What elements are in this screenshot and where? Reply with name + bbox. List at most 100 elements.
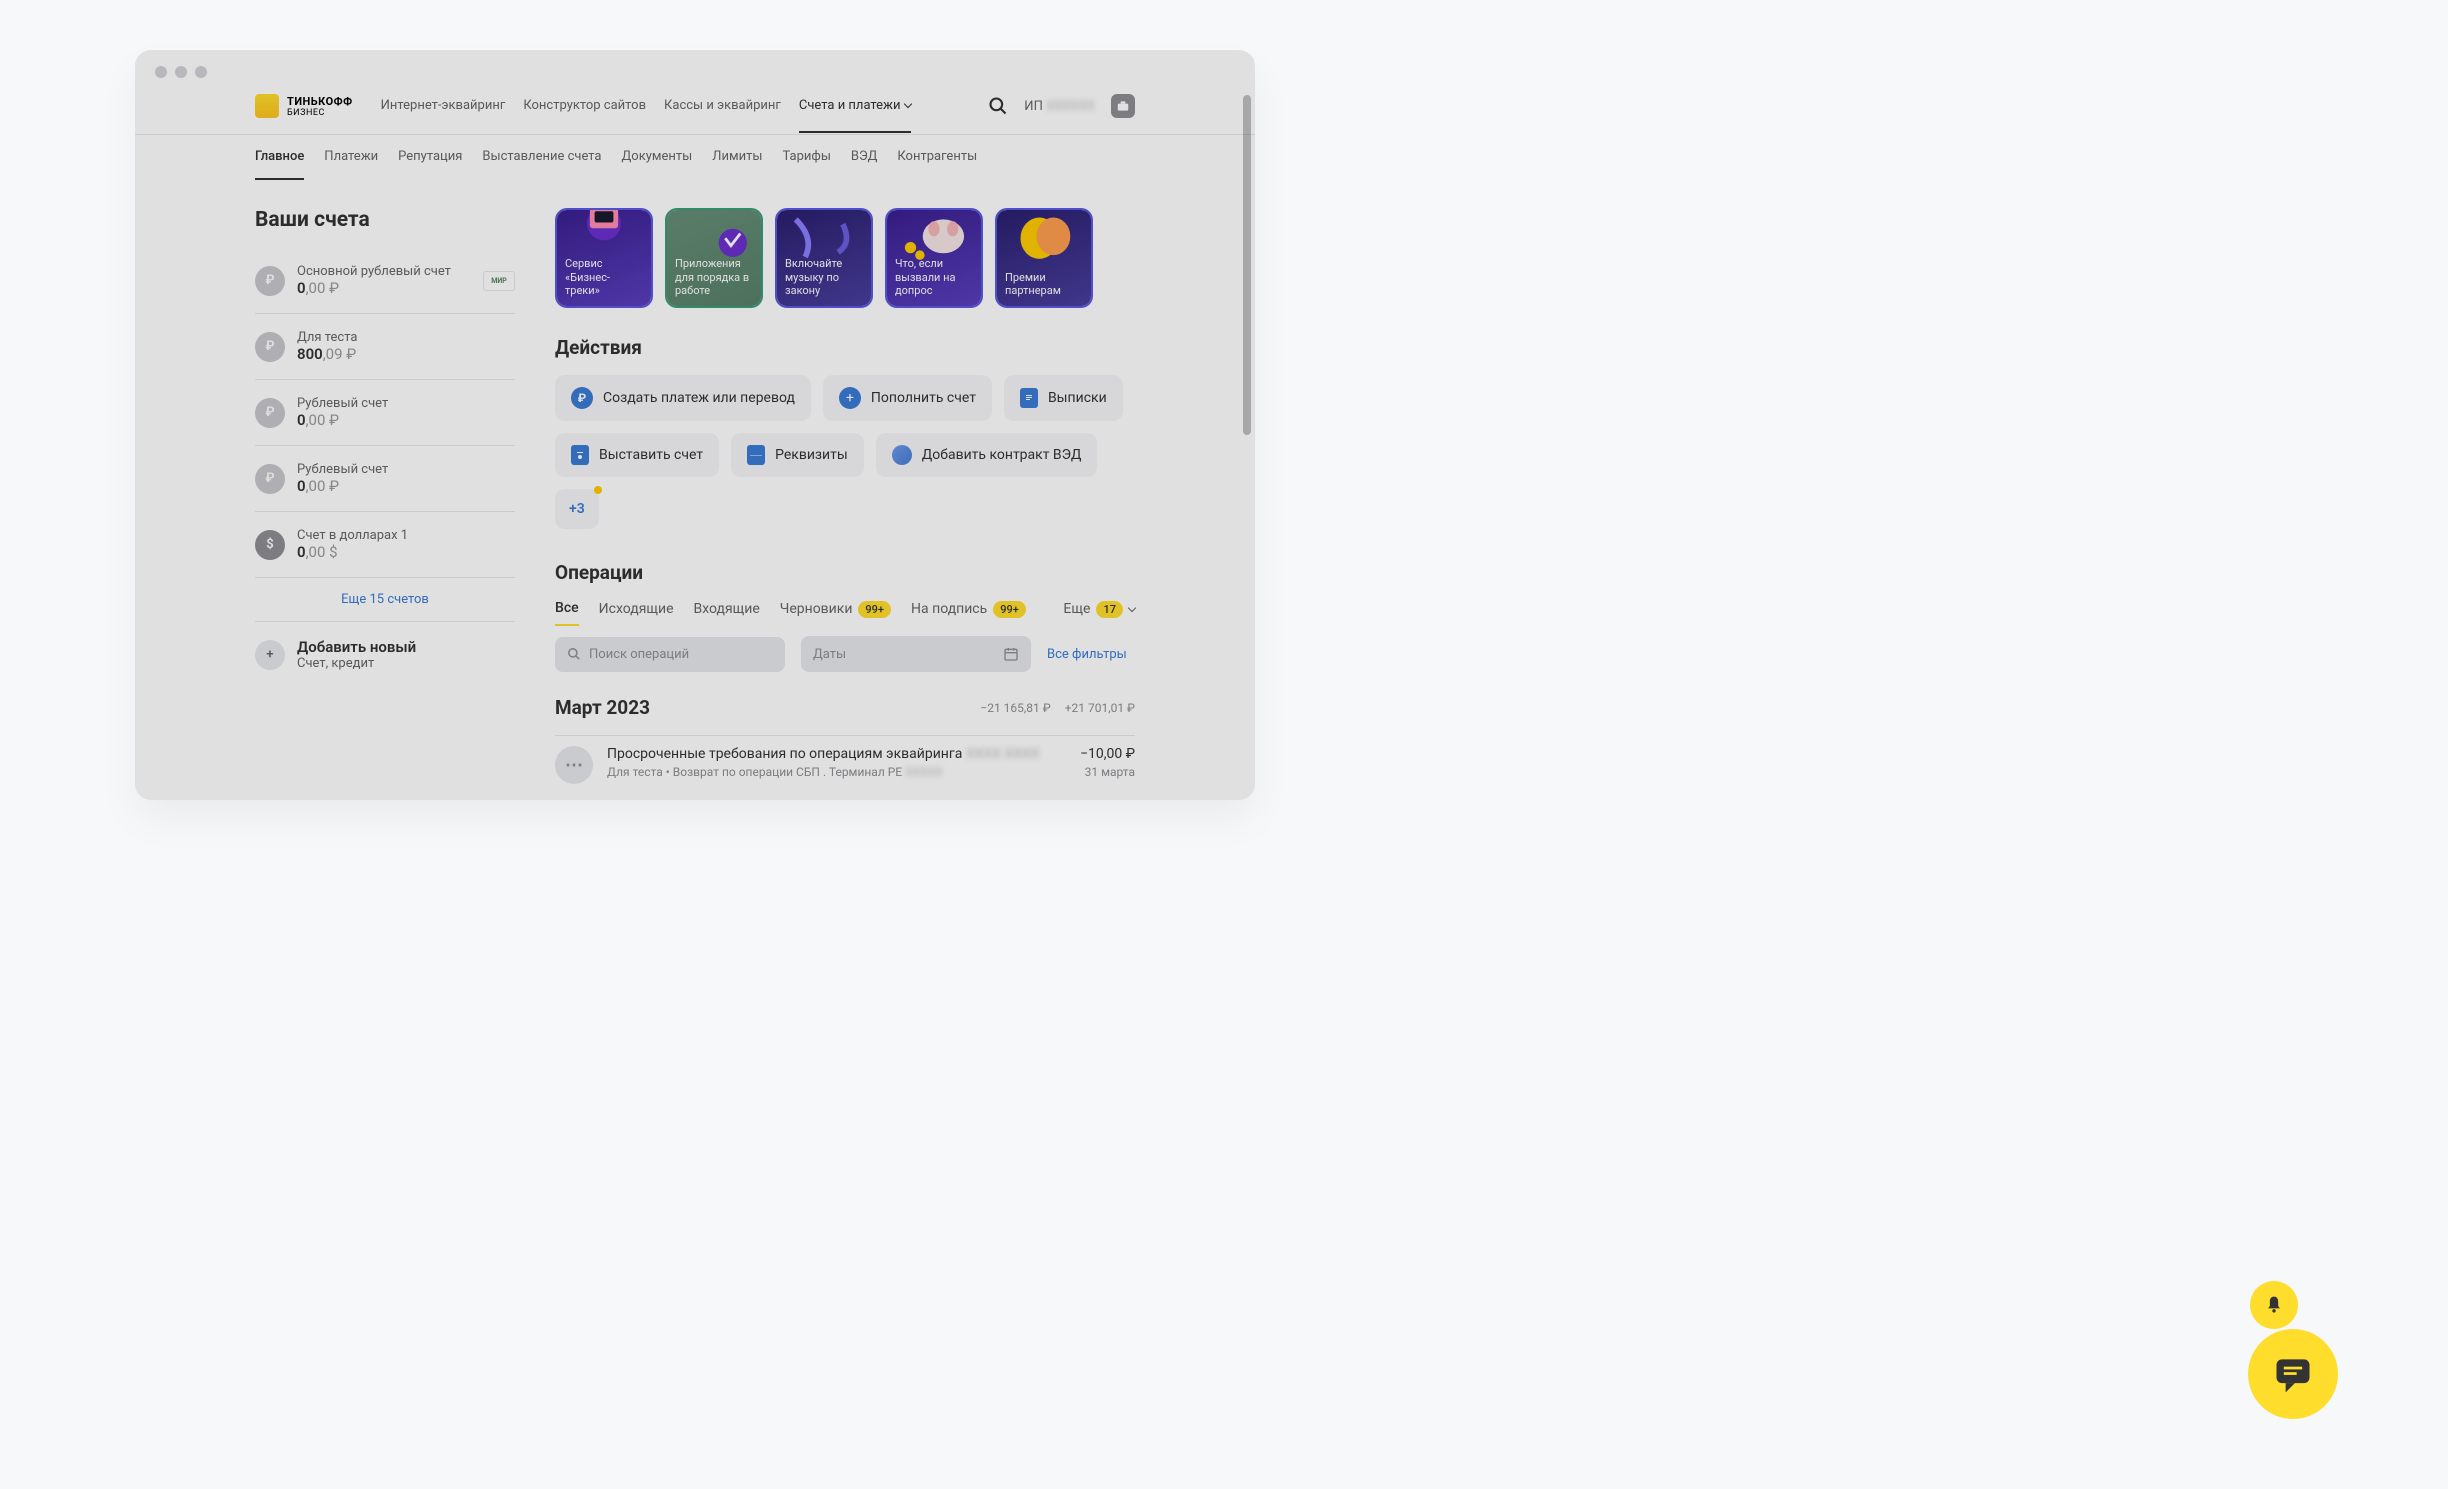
action-topup[interactable]: + Пополнить счет (823, 375, 992, 421)
story-card[interactable]: Включайте музыку по закону (775, 208, 873, 308)
action-invoice[interactable]: Выставить счет (555, 433, 719, 477)
action-add-ved[interactable]: Добавить контракт ВЭД (876, 433, 1098, 477)
add-new-title: Добавить новый (297, 638, 515, 656)
calendar-icon (1003, 646, 1019, 662)
action-create-payment[interactable]: ₽ Создать платеж или перевод (555, 375, 811, 421)
action-requisites[interactable]: Реквизиты (731, 433, 864, 477)
all-filters-link[interactable]: Все фильтры (1047, 647, 1127, 662)
story-card[interactable]: Что, если вызвали на допрос (885, 208, 983, 308)
subnav-ved[interactable]: ВЭД (851, 149, 877, 166)
nav-accounts[interactable]: Счета и платежи (799, 98, 911, 133)
badge: 99+ (858, 601, 891, 618)
account-name: Рублевый счет (297, 462, 515, 477)
action-label: Создать платеж или перевод (603, 390, 795, 406)
more-accounts-link[interactable]: Еще 15 счетов (255, 578, 515, 622)
briefcase-icon (747, 445, 765, 465)
month-header: Март 2023 (555, 696, 650, 719)
search-icon[interactable] (988, 96, 1008, 116)
nav-kassy[interactable]: Кассы и эквайринг (664, 98, 781, 115)
document-icon (1020, 388, 1038, 408)
globe-icon (892, 445, 912, 465)
chevron-down-icon (1128, 604, 1136, 612)
brand-name: ТИНЬКОФФ (287, 95, 353, 108)
op-tab-more[interactable]: Еще 17 (1063, 601, 1135, 618)
operation-date: 31 марта (1080, 765, 1135, 779)
account-balance: 0,00 ₽ (297, 477, 515, 495)
operation-amount: −10,00 ₽ (1080, 746, 1135, 762)
window-controls (135, 50, 1255, 86)
account-item[interactable]: $ Счет в долларах 1 0,00 $ (255, 512, 515, 578)
action-statements[interactable]: Выписки (1004, 375, 1123, 421)
account-balance: 0,00 ₽ (297, 411, 515, 429)
story-label: Сервис «Бизнес-треки» (565, 257, 643, 298)
operation-sub: Для теста • Возврат по операции СБП . Те… (607, 765, 1066, 779)
account-balance: 0,00 $ (297, 543, 515, 561)
operation-row[interactable]: ⋯ Просроченные требования по операциям э… (555, 735, 1135, 794)
scrollbar[interactable] (1243, 95, 1251, 435)
ruble-icon: ₽ (255, 332, 285, 362)
account-name: Счет в долларах 1 (297, 528, 515, 543)
account-item[interactable]: ₽ Рублевый счет 0,00 ₽ (255, 380, 515, 446)
add-new-account[interactable]: + Добавить новый Счет, кредит (255, 622, 515, 687)
subnav-tariffs[interactable]: Тарифы (782, 149, 830, 166)
subnav-invoicing[interactable]: Выставление счета (482, 149, 601, 166)
action-label: Добавить контракт ВЭД (922, 447, 1082, 463)
story-card[interactable]: Приложения для порядка в работе (665, 208, 763, 308)
subnav-payments[interactable]: Платежи (324, 149, 378, 166)
account-balance: 0,00 ₽ (297, 279, 471, 297)
chat-icon (2271, 1352, 2315, 1396)
plus-circle-icon: + (839, 387, 861, 409)
brand-logo[interactable]: ТИНЬКОФФ БИЗНЕС (255, 94, 353, 118)
action-label: Выставить счет (599, 447, 703, 463)
story-label: Премии партнерам (1005, 271, 1083, 299)
dollar-icon: $ (255, 530, 285, 560)
operation-title: Просроченные требования по операциям экв… (607, 746, 1066, 762)
chat-button[interactable] (2248, 1329, 2338, 1419)
window-dot (175, 66, 187, 78)
account-name: Основной рублевый счет (297, 264, 471, 279)
ruble-icon: ₽ (255, 398, 285, 428)
window-dot (195, 66, 207, 78)
total-in: +21 701,01 ₽ (1065, 701, 1135, 715)
subnav-reputation[interactable]: Репутация (398, 149, 462, 166)
brand-sub: БИЗНЕС (287, 108, 353, 118)
story-card[interactable]: Сервис «Бизнес-треки» (555, 208, 653, 308)
nav-builder[interactable]: Конструктор сайтов (523, 98, 646, 115)
notifications-button[interactable] (2250, 1281, 2298, 1329)
ruble-icon: ₽ (255, 266, 285, 296)
plus-icon: + (255, 640, 285, 670)
op-tab-drafts[interactable]: Черновики 99+ (780, 601, 891, 618)
ruble-icon: ₽ (255, 464, 285, 494)
op-tab-incoming[interactable]: Входящие (694, 601, 760, 617)
subnav-counterparties[interactable]: Контрагенты (897, 149, 977, 166)
subnav-limits[interactable]: Лимиты (712, 149, 762, 166)
nav-acquiring[interactable]: Интернет-эквайринг (381, 98, 506, 115)
action-label: Выписки (1048, 390, 1107, 406)
operations-title: Операции (555, 561, 1135, 584)
badge: 99+ (993, 601, 1026, 618)
bell-icon (2264, 1295, 2284, 1315)
account-item[interactable]: ₽ Основной рублевый счет 0,00 ₽ МИР (255, 248, 515, 314)
invoice-icon (571, 445, 589, 465)
story-label: Что, если вызвали на допрос (895, 257, 973, 298)
subnav-documents[interactable]: Документы (622, 149, 693, 166)
account-name: Для теста (297, 330, 515, 345)
action-more[interactable]: +3 (555, 489, 599, 529)
story-card[interactable]: Премии партнерам (995, 208, 1093, 308)
badge: 17 (1096, 601, 1123, 618)
ruble-circle-icon: ₽ (571, 387, 593, 409)
search-operations-input[interactable]: Поиск операций (555, 637, 785, 672)
dates-input[interactable]: Даты (801, 636, 1031, 672)
op-tab-sign[interactable]: На подпись 99+ (911, 601, 1026, 618)
story-label: Включайте музыку по закону (785, 257, 863, 298)
account-item[interactable]: ₽ Для теста 800,09 ₽ (255, 314, 515, 380)
mir-card-badge: МИР (483, 271, 515, 291)
subnav-main[interactable]: Главное (255, 149, 304, 180)
op-tab-outgoing[interactable]: Исходящие (599, 601, 674, 617)
briefcase-icon[interactable] (1111, 94, 1135, 118)
profile-name: ИП XXXXXX (1024, 99, 1095, 114)
story-label: Приложения для порядка в работе (675, 257, 753, 298)
op-tab-all[interactable]: Все (555, 600, 579, 626)
account-item[interactable]: ₽ Рублевый счет 0,00 ₽ (255, 446, 515, 512)
account-name: Рублевый счет (297, 396, 515, 411)
